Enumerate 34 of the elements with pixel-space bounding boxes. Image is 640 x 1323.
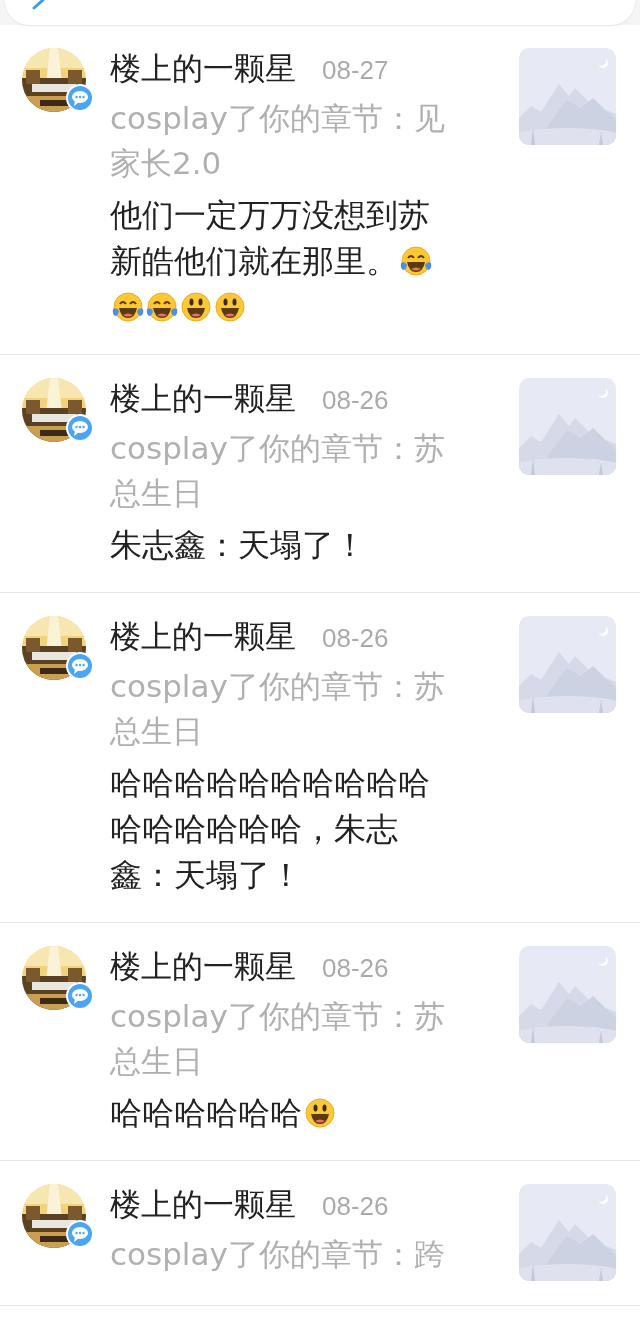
chevron-icon[interactable] <box>31 0 45 10</box>
comment-text: 新皓他们就在那里。 <box>110 242 398 280</box>
date-text: 08-26 <box>322 623 389 654</box>
date-text: 08-26 <box>322 953 389 984</box>
comment-text: 鑫：天塌了！ <box>110 856 302 894</box>
smiling-face-icon <box>214 291 246 323</box>
user-name[interactable]: 楼上的一颗星 <box>110 946 296 988</box>
action-text: cosplay了你的章节：跨 <box>110 1235 446 1274</box>
comment-text: 哈哈哈哈哈哈 <box>110 1094 302 1132</box>
user-name[interactable]: 楼上的一颗星 <box>110 616 296 658</box>
comment-text: 他们一定万万没想到苏 <box>110 196 430 234</box>
date-text: 08-26 <box>322 1191 389 1222</box>
comment-text: 哈哈哈哈哈哈，朱志 <box>110 810 398 848</box>
chat-bubble-icon <box>66 1220 94 1248</box>
laughing-face-icon <box>112 291 144 323</box>
action-text: cosplay了你的章节：苏总生日 <box>110 429 446 513</box>
smiling-face-icon <box>180 291 212 323</box>
comment-text: 哈哈哈哈哈哈哈哈哈哈 <box>110 764 430 802</box>
smiling-face-icon <box>304 1097 336 1129</box>
action-text: cosplay了你的章节：苏总生日 <box>110 667 446 751</box>
chat-bubble-icon <box>66 414 94 442</box>
chat-bubble-icon <box>66 982 94 1010</box>
chat-bubble-icon <box>66 652 94 680</box>
action-text: cosplay了你的章节：苏总生日 <box>110 997 446 1081</box>
laughing-face-icon <box>146 291 178 323</box>
user-name[interactable]: 楼上的一颗星 <box>110 1184 296 1226</box>
chat-bubble-icon <box>66 84 94 112</box>
date-text: 08-26 <box>322 385 389 416</box>
user-name[interactable]: 楼上的一颗星 <box>110 48 296 90</box>
action-text: cosplay了你的章节：见家长2.0 <box>110 99 446 183</box>
comment-text: 朱志鑫：天塌了！ <box>110 526 366 564</box>
date-text: 08-27 <box>322 55 389 86</box>
laughing-face-icon <box>400 245 432 277</box>
user-name[interactable]: 楼上的一颗星 <box>110 378 296 420</box>
